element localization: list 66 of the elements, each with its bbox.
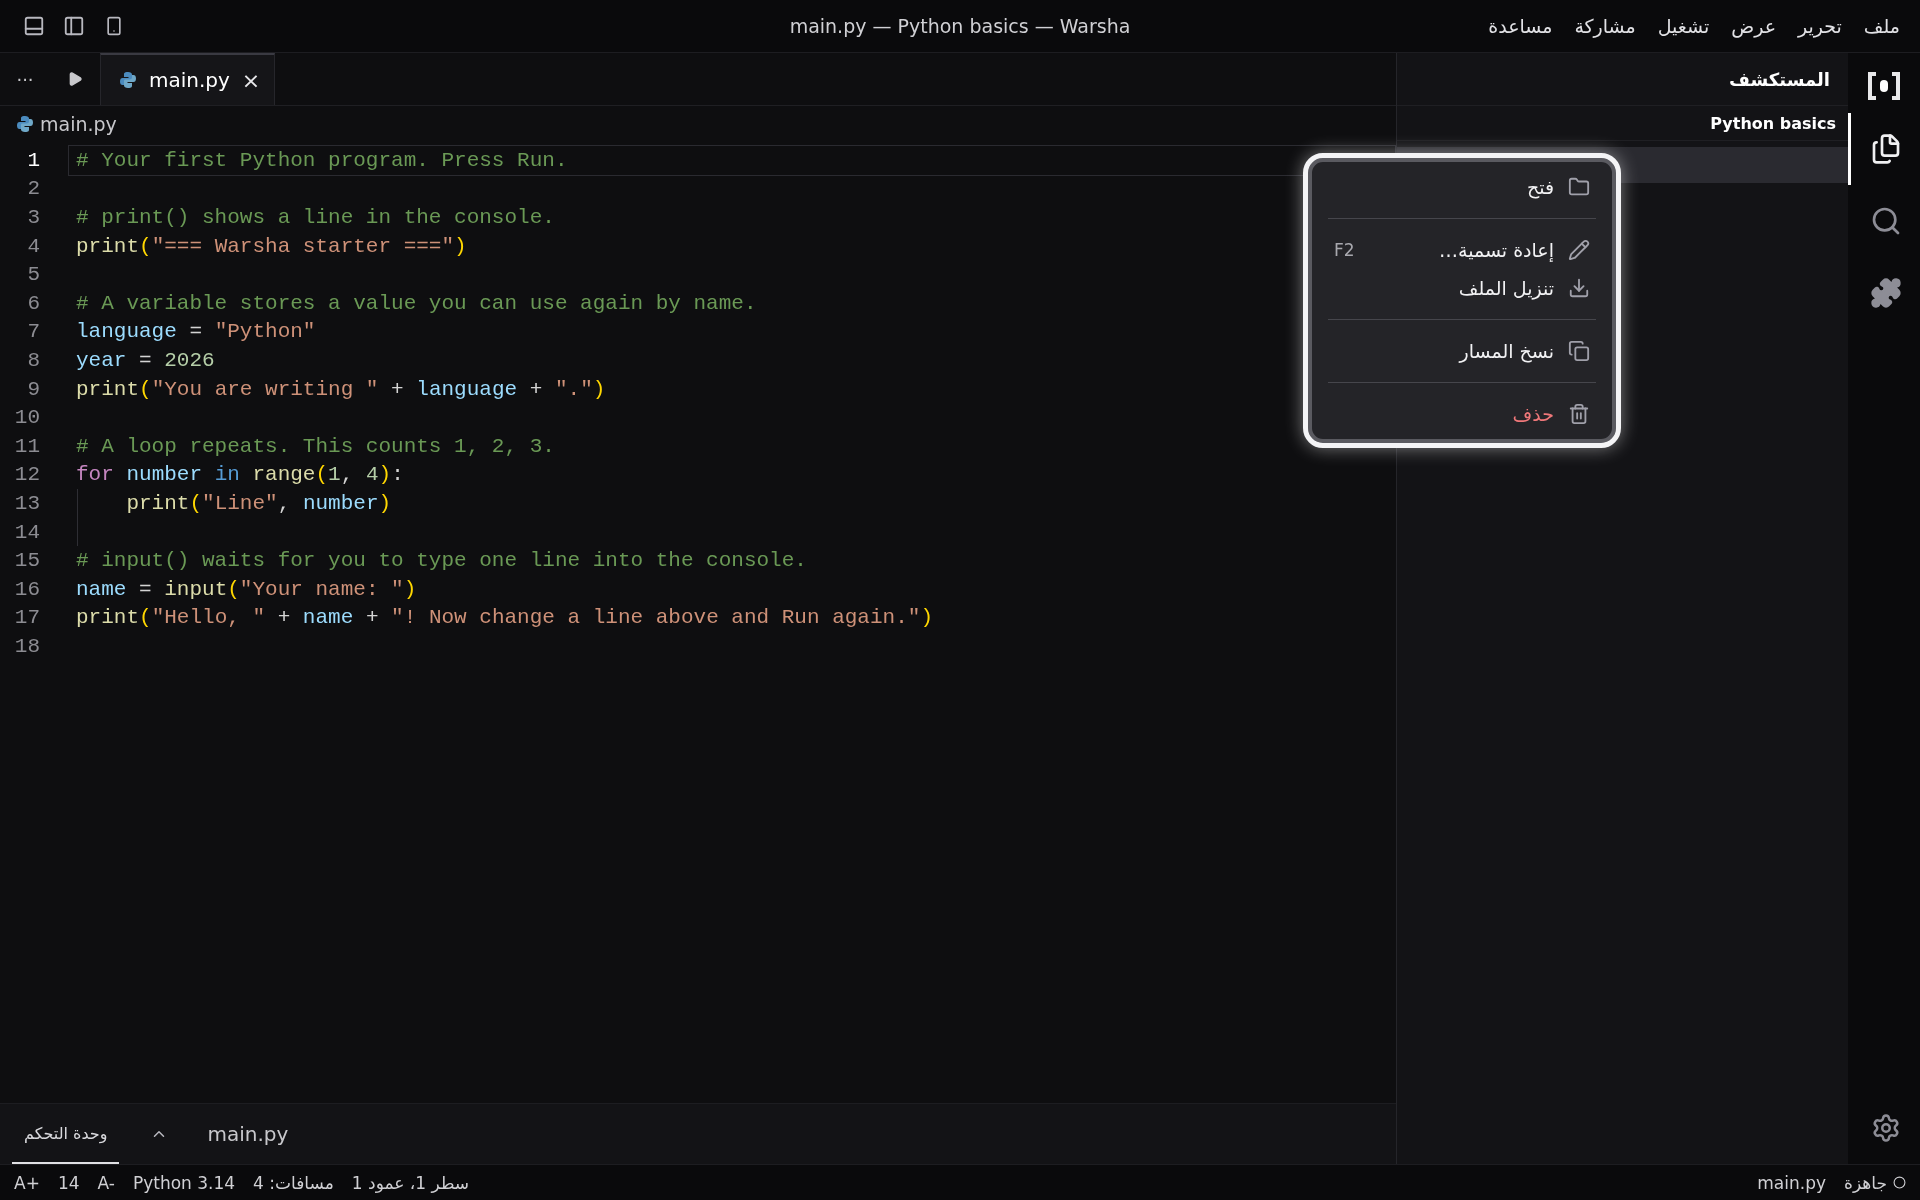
- logo-icon[interactable]: [1867, 71, 1901, 101]
- code-line: name = input("Your name: "): [76, 577, 417, 601]
- code-line: print("Line", number): [125, 491, 392, 515]
- line-number: 8: [26, 348, 41, 372]
- menu-item[interactable]: ملف: [1863, 15, 1900, 37]
- status-item: main.py: [1757, 1172, 1827, 1193]
- menu-entry-icon: [1568, 277, 1590, 299]
- code-line: print("=== Warsha starter ==="): [76, 234, 467, 258]
- line-number: 1: [26, 148, 41, 172]
- python-icon: [119, 71, 137, 89]
- code-line: # A loop repeats. This counts 1, 2, 3.: [76, 434, 555, 458]
- menu-entry[interactable]: فتح: [1328, 168, 1596, 206]
- breadcrumb[interactable]: main.py: [40, 113, 117, 135]
- python-icon: [16, 115, 34, 133]
- line-number: 18: [13, 634, 41, 658]
- menu-entry-icon: [1568, 403, 1590, 425]
- panel-file-name: main.py: [207, 1122, 289, 1146]
- line-number: 5: [26, 263, 41, 287]
- code-line: language = "Python": [76, 320, 316, 344]
- code-line: # print() shows a line in the console.: [76, 206, 555, 229]
- project-name[interactable]: Python basics: [1397, 106, 1848, 141]
- line-number: 13: [13, 491, 41, 515]
- menu-entry-icon: [1568, 340, 1590, 362]
- status-item[interactable]: A-: [97, 1172, 115, 1193]
- menu-entry-icon: [1568, 176, 1590, 198]
- menu-item[interactable]: عرض: [1731, 15, 1777, 37]
- menu-item[interactable]: تحرير: [1798, 15, 1842, 37]
- line-number: 2: [26, 177, 41, 201]
- line-number: 10: [13, 406, 41, 430]
- menu-item[interactable]: مشاركة: [1574, 15, 1636, 37]
- code-line: print("You are writing " + language + "."): [76, 377, 606, 401]
- menu-entry-icon: [1568, 239, 1590, 261]
- code-line: for number in range(1, 4):: [76, 463, 404, 487]
- menu-item[interactable]: تشغيل: [1657, 15, 1710, 37]
- status-item[interactable]: Python 3.14: [132, 1172, 236, 1193]
- line-number: 17: [13, 606, 41, 630]
- line-number: 3: [26, 206, 41, 229]
- line-number: 7: [26, 320, 41, 344]
- status-circle-icon: [1893, 1176, 1906, 1189]
- code-line: print("Hello, " + name + "! Now change a line above and Run again."): [76, 606, 933, 630]
- line-number: 9: [26, 377, 41, 401]
- close-icon[interactable]: ×: [241, 67, 261, 93]
- line-number: 4: [26, 234, 41, 258]
- status-item[interactable]: مسافات: 4: [253, 1172, 334, 1193]
- code-line: # A variable stores a value you can use again by name.: [76, 291, 757, 315]
- line-number: 14: [13, 520, 41, 544]
- code-line: # Your first Python program. Press Run.: [76, 148, 568, 172]
- window-title: main.py — Python basics — Warsha: [789, 15, 1131, 37]
- line-number: 6: [26, 291, 41, 315]
- line-number: 11: [13, 434, 41, 458]
- line-number: 16: [13, 577, 41, 601]
- menu-entry[interactable]: حذف: [1328, 395, 1596, 433]
- code-line: # input() waits for you to type one line into the console.: [76, 549, 807, 573]
- status-item[interactable]: A+: [14, 1172, 40, 1193]
- more-button[interactable]: ···: [0, 53, 50, 105]
- menu-item[interactable]: مساعدة: [1488, 15, 1553, 37]
- editor-tab[interactable]: main.py ×: [100, 53, 276, 105]
- line-number: 15: [13, 549, 41, 573]
- status-item: جاهزة: [1844, 1172, 1887, 1193]
- menu-entry[interactable]: نسخ المسار: [1328, 332, 1596, 370]
- status-item[interactable]: سطر 1، عمود 1: [351, 1172, 470, 1193]
- line-number: 12: [13, 463, 41, 487]
- menu-entry[interactable]: تنزيل الملف: [1328, 269, 1596, 307]
- code-line: year = 2026: [76, 348, 215, 372]
- status-item[interactable]: 14: [57, 1172, 80, 1193]
- explorer-title: المستكشف: [1729, 68, 1830, 90]
